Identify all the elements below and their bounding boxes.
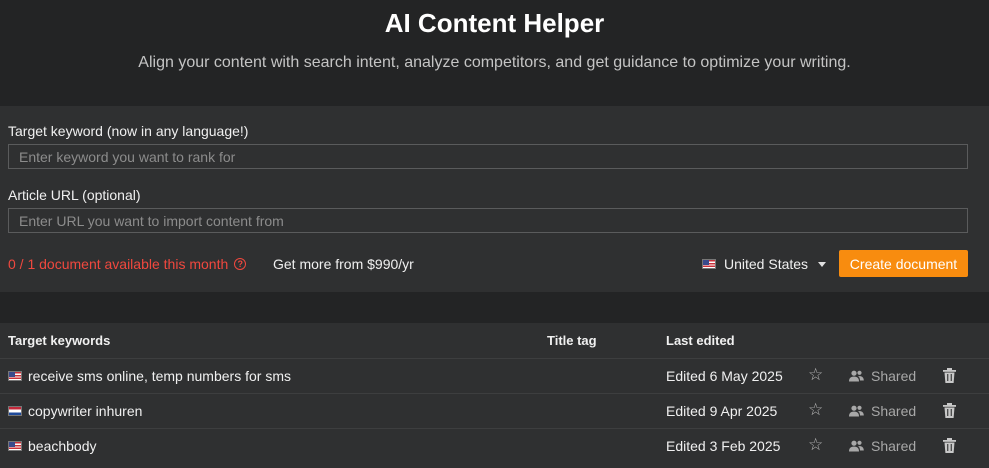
- users-icon: [849, 440, 864, 452]
- row-keyword: copywriter inhuren: [8, 403, 142, 419]
- keyword-text: copywriter inhuren: [28, 403, 143, 419]
- column-header-title-tag: Title tag: [547, 333, 597, 348]
- keyword-text: beachbody: [28, 438, 97, 454]
- star-icon[interactable]: ☆: [808, 436, 823, 454]
- table-row[interactable]: receive sms online, temp numbers for sms…: [0, 358, 989, 393]
- page-subtitle: Align your content with search intent, a…: [138, 54, 851, 71]
- page-title: AI Content Helper: [384, 8, 605, 38]
- keyword-input[interactable]: [8, 144, 968, 169]
- last-edited: Edited 3 Feb 2025: [666, 438, 781, 454]
- us-flag-icon: [8, 441, 22, 451]
- document-quota: 0 / 1 document available this month ?: [8, 256, 247, 272]
- star-icon[interactable]: ☆: [808, 366, 823, 384]
- trash-icon[interactable]: [943, 368, 956, 383]
- chevron-down-icon: [818, 261, 827, 267]
- share-label: Shared: [871, 368, 917, 384]
- last-edited: Edited 6 May 2025: [666, 368, 783, 384]
- url-input[interactable]: [8, 208, 968, 233]
- row-keyword: beachbody: [8, 438, 97, 454]
- create-document-button[interactable]: Create document: [839, 250, 968, 277]
- us-flag-icon: [8, 371, 22, 381]
- upsell-link[interactable]: Get more from $990/yr: [273, 256, 414, 272]
- users-icon: [849, 405, 864, 417]
- help-icon[interactable]: ?: [234, 258, 247, 270]
- trash-icon[interactable]: [943, 438, 956, 453]
- nl-flag-icon: [8, 406, 22, 416]
- keyword-label: Target keyword (now in any language!): [8, 123, 249, 139]
- shared-button[interactable]: Shared: [849, 403, 916, 419]
- create-document-form: Target keyword (now in any language!) Ar…: [0, 106, 989, 292]
- trash-icon[interactable]: [943, 403, 956, 418]
- share-label: Shared: [871, 438, 917, 454]
- documents-table: Target keywords Title tag Last edited re…: [0, 323, 989, 468]
- share-label: Shared: [871, 403, 917, 419]
- url-label: Article URL (optional): [8, 187, 141, 203]
- last-edited: Edited 9 Apr 2025: [666, 403, 778, 419]
- country-selector[interactable]: United States: [702, 256, 827, 272]
- star-icon[interactable]: ☆: [808, 401, 823, 419]
- users-icon: [849, 370, 864, 382]
- table-row[interactable]: beachbody Edited 3 Feb 2025 ☆ Shared: [0, 428, 989, 463]
- keyword-text: receive sms online, temp numbers for sms: [28, 368, 291, 384]
- shared-button[interactable]: Shared: [849, 368, 916, 384]
- us-flag-icon: [702, 259, 716, 269]
- page-header: AI Content Helper Align your content wit…: [0, 0, 989, 106]
- column-header-keywords: Target keywords: [8, 333, 111, 348]
- quota-text: 0 / 1 document available this month: [8, 256, 229, 272]
- row-keyword: receive sms online, temp numbers for sms: [8, 368, 291, 384]
- table-row[interactable]: copywriter inhuren Edited 9 Apr 2025 ☆ S…: [0, 393, 989, 428]
- country-label: United States: [724, 256, 809, 272]
- shared-button[interactable]: Shared: [849, 438, 916, 454]
- column-header-last-edited: Last edited: [666, 333, 735, 348]
